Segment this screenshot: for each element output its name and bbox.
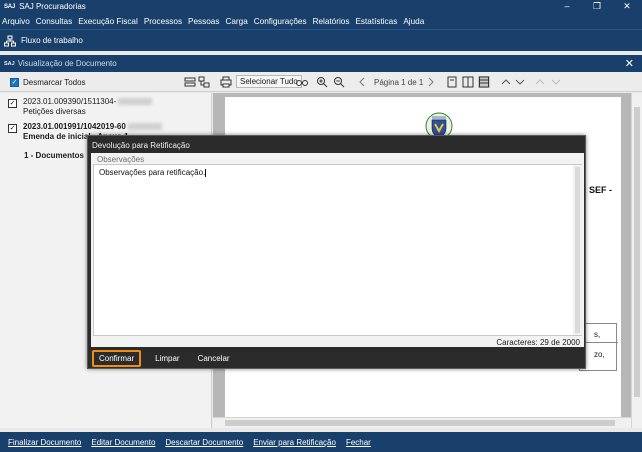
redacted-text [127, 123, 162, 131]
continuous-view-icon[interactable] [478, 76, 490, 88]
first-item-icon[interactable] [534, 76, 546, 88]
workflow-icon[interactable] [4, 35, 16, 47]
list-item[interactable]: ✓ 2023.01.009390/1511304- Petições diver… [8, 97, 153, 117]
textarea-scrollbar[interactable] [573, 165, 582, 335]
edit-document-button[interactable]: Editar Documento [91, 438, 155, 447]
quick-access-bar: Fluxo de trabalho [0, 29, 642, 51]
restore-button[interactable]: ❐ [582, 0, 612, 13]
document-type: Petições diversas [23, 107, 86, 116]
document-toolbar: ✓ Desmarcar Todos Selecionar Tudo Página… [0, 72, 642, 92]
print-icon[interactable] [220, 76, 232, 88]
document-group-label[interactable]: 1 - Documentos [24, 151, 84, 160]
menu-ajuda[interactable]: Ajuda [403, 17, 424, 26]
previous-page-icon[interactable] [356, 76, 368, 88]
document-window-logo: SAJ [4, 60, 15, 67]
dialog-button-bar: Confirmar Limpar Cancelar [91, 349, 244, 367]
menu-configuracoes[interactable]: Configurações [254, 17, 307, 26]
send-for-correction-button[interactable]: Enviar para Retificação [253, 438, 336, 447]
app-logo: SAJ [4, 3, 16, 10]
document-actions-bar: Finalizar Documento Editar Documento Des… [0, 432, 642, 452]
scroll-thumb[interactable] [225, 420, 615, 426]
document-heading-fragment: SEF - [589, 185, 613, 195]
chevron-down-icon[interactable] [514, 76, 526, 88]
zoom-in-icon[interactable] [316, 76, 328, 88]
page-indicator: Página 1 de 1 [374, 77, 424, 87]
table-cell-text: s, [594, 330, 601, 339]
document-window-close-button[interactable]: ✕ [625, 57, 634, 70]
menu-bar: Arquivo Consultas Execução Fiscal Proces… [0, 13, 642, 29]
discard-document-button[interactable]: Descartar Documento [165, 438, 243, 447]
viewer-horizontal-scrollbar[interactable] [213, 417, 631, 428]
menu-execucao-fiscal[interactable]: Execução Fiscal [78, 17, 138, 26]
observations-textarea[interactable]: Observações para retificação. [93, 164, 582, 336]
chevron-up-icon[interactable] [500, 76, 512, 88]
cancel-button[interactable]: Cancelar [194, 352, 234, 365]
observations-text: Observações para retificação. [99, 168, 206, 177]
document-window-title: Visualização de Documento [17, 59, 117, 68]
next-page-icon[interactable] [425, 76, 437, 88]
clear-button[interactable]: Limpar [151, 352, 183, 365]
select-all-wrapper: Selecionar Tudo [236, 74, 302, 88]
close-document-button[interactable]: Fechar [346, 438, 371, 447]
menu-carga[interactable]: Carga [225, 17, 247, 26]
document-window-header: SAJ Visualização de Documento ✕ [0, 55, 642, 72]
text-cursor [205, 168, 207, 177]
app-title-bar: SAJ SAJ Procuradorias – ❐ ✕ [0, 0, 642, 13]
return-for-correction-dialog: Devolução para Retificação Observações O… [87, 135, 586, 369]
menu-relatorios[interactable]: Relatórios [313, 17, 350, 26]
viewer-vertical-scrollbar[interactable] [631, 93, 642, 428]
scroll-thumb[interactable] [575, 167, 580, 333]
deselect-all-control[interactable]: ✓ Desmarcar Todos [10, 76, 86, 88]
menu-consultas[interactable]: Consultas [36, 17, 72, 26]
table-cell-text: zo, [594, 350, 605, 359]
dialog-body: Observações Observações para retificação… [91, 153, 584, 347]
select-all-button[interactable]: Selecionar Tudo [236, 74, 302, 88]
app-title: SAJ Procuradorias [19, 2, 86, 11]
list-view-icon[interactable] [184, 76, 196, 88]
binoculars-icon[interactable] [296, 76, 308, 88]
two-page-icon[interactable] [462, 76, 474, 88]
menu-arquivo[interactable]: Arquivo [2, 17, 30, 26]
confirm-button[interactable]: Confirmar [92, 349, 142, 367]
page-indicator-wrapper: Página 1 de 1 [374, 76, 423, 88]
document-checkbox[interactable]: ✓ [8, 124, 17, 133]
workflow-link[interactable]: Fluxo de trabalho [21, 36, 83, 45]
document-checkbox[interactable]: ✓ [8, 99, 17, 108]
minimize-button[interactable]: – [552, 0, 582, 13]
close-button[interactable]: ✕ [612, 0, 642, 13]
redacted-text [118, 98, 153, 106]
character-counter: Caracteres: 29 de 2000 [496, 338, 580, 347]
menu-pessoas[interactable]: Pessoas [188, 17, 219, 26]
dialog-title: Devolução para Retificação [92, 141, 190, 150]
observations-group-label: Observações [97, 155, 145, 164]
single-page-icon[interactable] [446, 76, 458, 88]
window-controls: – ❐ ✕ [552, 0, 642, 13]
tree-view-icon[interactable] [198, 76, 210, 88]
scroll-thumb[interactable] [634, 107, 640, 397]
zoom-out-icon[interactable] [333, 76, 345, 88]
document-number: 2023.01.009390/1511304- [23, 97, 117, 106]
menu-estatisticas[interactable]: Estatísticas [355, 17, 397, 26]
menu-processos[interactable]: Processos [144, 17, 182, 26]
deselect-all-label[interactable]: Desmarcar Todos [23, 78, 86, 87]
deselect-all-checkbox[interactable]: ✓ [10, 77, 19, 87]
finalize-document-button[interactable]: Finalizar Documento [8, 438, 81, 447]
list-item-text: 2023.01.009390/1511304- Petições diversa… [23, 97, 153, 117]
document-number: 2023.01.001991/1042019-60 [23, 122, 126, 131]
last-item-icon[interactable] [550, 76, 562, 88]
